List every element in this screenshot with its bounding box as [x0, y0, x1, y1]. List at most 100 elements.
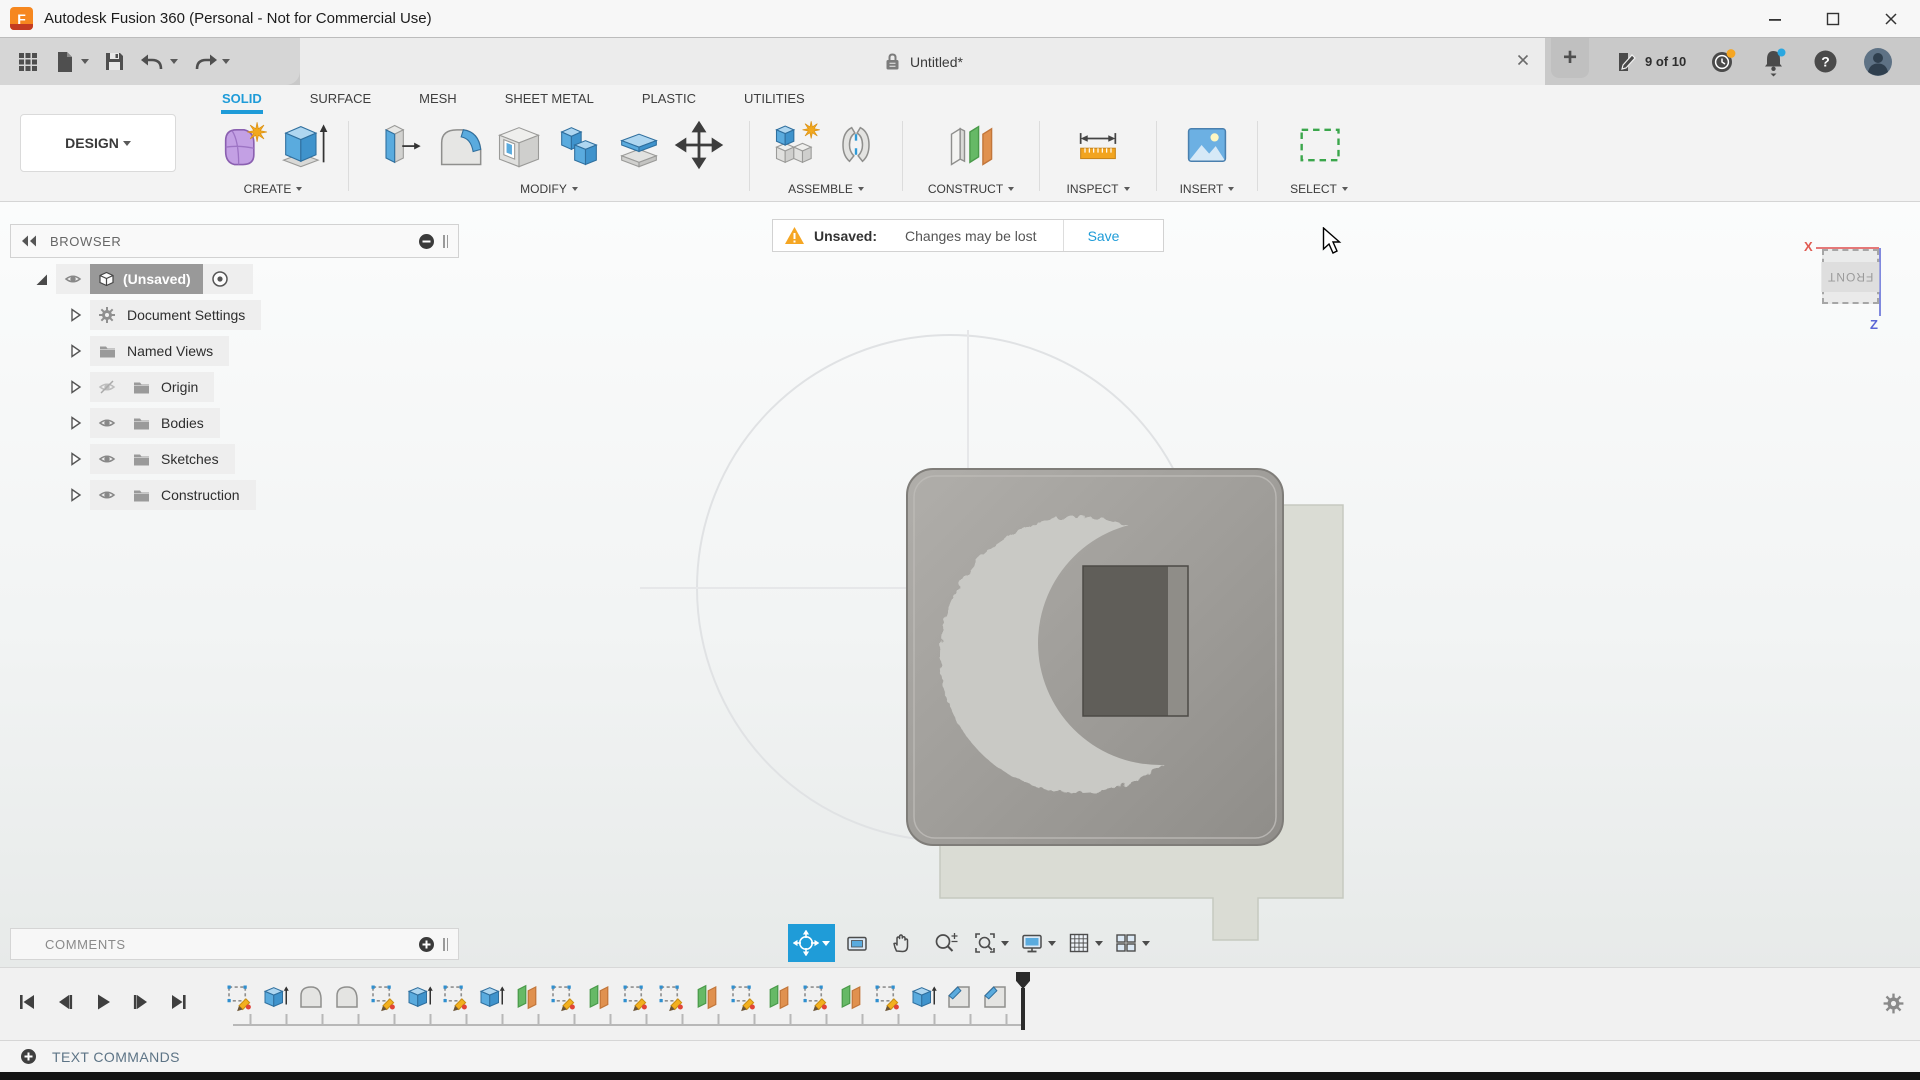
ribbon-tab[interactable]: SHEET METAL [481, 85, 618, 113]
modify-menu[interactable]: MODIFY [349, 177, 749, 201]
ribbon-tab[interactable]: UTILITIES [720, 85, 829, 113]
timeline-feature[interactable] [512, 982, 542, 1012]
split-body-button[interactable] [610, 114, 668, 176]
visibility-icon[interactable] [90, 379, 124, 395]
timeline-feature[interactable] [404, 982, 434, 1012]
notifications-bell-button[interactable] [1761, 47, 1788, 77]
save-link[interactable]: Save [1064, 228, 1144, 244]
select-button[interactable] [1290, 114, 1348, 176]
timeline-feature[interactable] [764, 982, 794, 1012]
ribbon-tab[interactable]: PLASTIC [618, 85, 720, 113]
timeline-feature[interactable] [296, 982, 326, 1012]
create-form-button[interactable] [214, 114, 272, 176]
look-at-button[interactable] [835, 924, 879, 962]
view-cube[interactable]: X FRONT Z [1796, 238, 1916, 338]
timeline-feature[interactable] [440, 982, 470, 1012]
view-cube-face[interactable]: FRONT [1822, 249, 1879, 304]
select-menu[interactable]: SELECT [1258, 177, 1380, 201]
combine-button[interactable] [550, 114, 608, 176]
timeline-feature[interactable] [476, 982, 506, 1012]
job-activity-button[interactable] [1710, 48, 1737, 75]
timeline-settings-button[interactable] [1883, 993, 1904, 1019]
skip-to-end-button[interactable] [166, 989, 192, 1015]
zoom-button[interactable] [923, 924, 967, 962]
timeline-feature[interactable] [836, 982, 866, 1012]
close-button[interactable] [1862, 0, 1920, 37]
timeline-feature[interactable] [872, 982, 902, 1012]
orbit-button[interactable] [788, 924, 835, 962]
pan-button[interactable] [879, 924, 923, 962]
joint-button[interactable] [827, 114, 885, 176]
close-tab-icon[interactable] [1515, 52, 1531, 71]
viewports-caret[interactable] [1142, 941, 1150, 946]
minimize-button[interactable] [1746, 0, 1804, 37]
browser-item[interactable]: Document Settings [60, 300, 459, 330]
visibility-icon[interactable] [56, 271, 90, 287]
inspect-menu[interactable]: INSPECT [1040, 177, 1156, 201]
collapse-panel-icon[interactable] [21, 234, 38, 248]
construct-plane-button[interactable] [942, 114, 1000, 176]
viewport-canvas[interactable]: Unsaved: Changes may be lost Save BROWSE… [0, 202, 1920, 967]
timeline-feature[interactable] [368, 982, 398, 1012]
expand-arrow-icon[interactable] [60, 343, 90, 359]
press-pull-button[interactable] [370, 114, 428, 176]
undo-button[interactable] [135, 47, 183, 77]
display-settings-caret[interactable] [1048, 941, 1056, 946]
expand-arrow-icon[interactable] [60, 487, 90, 503]
timeline-feature[interactable] [620, 982, 650, 1012]
timeline-feature[interactable] [800, 982, 830, 1012]
collapse-arrow-icon[interactable] [26, 272, 56, 287]
panel-drag-handle[interactable] [443, 235, 448, 248]
visibility-icon[interactable] [90, 451, 124, 467]
pocket-cut[interactable] [1083, 566, 1188, 716]
browser-item[interactable]: Origin [60, 372, 459, 402]
timeline-feature[interactable] [548, 982, 578, 1012]
new-tab-button[interactable]: + [1551, 38, 1589, 78]
timeline-feature[interactable] [980, 982, 1010, 1012]
help-button[interactable]: ? [1812, 48, 1839, 75]
panel-drag-handle[interactable] [443, 938, 448, 951]
workspace-selector[interactable]: DESIGN [20, 114, 176, 172]
new-component-button[interactable] [767, 114, 825, 176]
redo-button[interactable] [187, 47, 235, 77]
insert-canvas-button[interactable] [1178, 114, 1236, 176]
undo-caret[interactable] [170, 59, 178, 64]
timeline-feature[interactable] [332, 982, 362, 1012]
root-selection[interactable]: (Unsaved) [90, 264, 203, 294]
expand-arrow-icon[interactable] [60, 379, 90, 395]
browser-item[interactable]: Named Views [60, 336, 459, 366]
visibility-icon[interactable] [90, 487, 124, 503]
browser-item[interactable]: Construction [60, 480, 459, 510]
expand-text-commands-icon[interactable] [20, 1048, 37, 1065]
expand-arrow-icon[interactable] [60, 415, 90, 431]
measure-button[interactable] [1069, 114, 1127, 176]
construct-menu[interactable]: CONSTRUCT [903, 177, 1039, 201]
timeline-feature[interactable] [224, 982, 254, 1012]
browser-item[interactable]: Sketches [60, 444, 459, 474]
browser-root-item[interactable]: (Unsaved) [26, 264, 459, 294]
visibility-icon[interactable] [90, 415, 124, 431]
orbit-caret[interactable] [822, 941, 830, 946]
save-button[interactable] [98, 47, 131, 76]
app-grid-icon[interactable] [12, 48, 44, 76]
step-back-button[interactable] [52, 989, 78, 1015]
shell-button[interactable] [490, 114, 548, 176]
timeline-feature[interactable] [584, 982, 614, 1012]
fit-button[interactable] [967, 924, 1014, 962]
extrude-button[interactable] [274, 114, 332, 176]
ribbon-tab[interactable]: SURFACE [286, 85, 395, 113]
timeline-feature[interactable] [728, 982, 758, 1012]
minimize-panel-icon[interactable] [418, 233, 435, 250]
timeline-feature[interactable] [656, 982, 686, 1012]
skip-to-start-button[interactable] [14, 989, 40, 1015]
expand-arrow-icon[interactable] [60, 451, 90, 467]
user-avatar[interactable] [1863, 47, 1893, 77]
display-settings-button[interactable] [1014, 924, 1061, 962]
fillet-button[interactable] [430, 114, 488, 176]
ribbon-tab[interactable]: SOLID [198, 85, 286, 113]
timeline-feature[interactable] [692, 982, 722, 1012]
file-menu-button[interactable] [48, 47, 94, 77]
move-button[interactable] [670, 114, 728, 176]
viewports-button[interactable] [1108, 924, 1155, 962]
browser-header[interactable]: BROWSER [10, 224, 459, 258]
